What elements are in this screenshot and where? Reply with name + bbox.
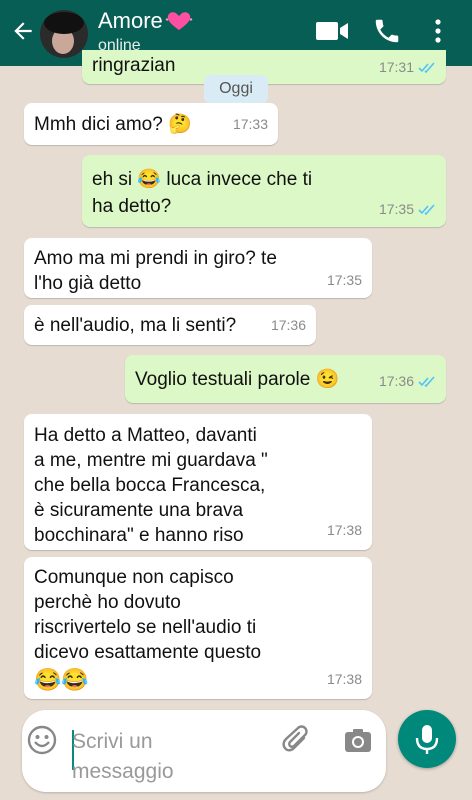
message-meta: 17:35: [327, 268, 362, 293]
message-text-line: l'ho già detto: [34, 273, 142, 294]
message-meta: 17:33: [233, 112, 268, 137]
date-chip: Oggi: [204, 75, 268, 103]
message-text: ringrazian: [92, 55, 176, 76]
message-meta: 17:36: [379, 369, 436, 394]
message-text-line: a me, mentre mi guardava ": [34, 450, 268, 471]
message-text-line: che bella bocca Francesca,: [34, 475, 266, 496]
message-time: 17:36: [378, 373, 414, 389]
message-text: è nell'audio, ma li senti?: [34, 315, 237, 336]
read-ticks-icon: [418, 61, 435, 73]
message-bubble-outgoing[interactable]: Voglio testuali parole 😉 17:36: [125, 355, 446, 403]
message-bubble-incoming[interactable]: Ha detto a Matteo, davanti a me, mentre …: [24, 414, 372, 550]
message-text-line: bocchinara" e hanno riso: [34, 525, 244, 546]
message-meta: 17:36: [271, 313, 306, 338]
message-time: 17:35: [378, 201, 414, 217]
phone-icon[interactable]: [372, 16, 402, 46]
mic-icon: [415, 725, 439, 754]
message-time: 17:38: [326, 671, 362, 687]
message-text-line: dicevo esattamente questo: [34, 642, 262, 663]
message-text: Mmh dici amo? 🤔: [34, 114, 192, 135]
message-time: 17:36: [270, 317, 306, 333]
message-bubble-outgoing[interactable]: eh si 😂 luca invece che ti ha detto? 17:…: [82, 155, 446, 227]
video-call-icon[interactable]: [314, 16, 350, 46]
contact-name[interactable]: Amore: [98, 8, 193, 34]
message-bubble-incoming[interactable]: Amo ma mi prendi in giro? te l'ho già de…: [24, 238, 372, 298]
message-meta: 17:38: [327, 518, 362, 543]
placeholder-line: Scrivi un: [72, 730, 153, 753]
read-ticks-icon: [418, 375, 435, 387]
message-text-line: Ha detto a Matteo, davanti: [34, 425, 257, 446]
message-time: 17:38: [326, 522, 362, 538]
heart-emoji-icon: [165, 12, 193, 30]
message-meta: 17:38: [327, 667, 362, 692]
message-text-line: eh si 😂 luca invece che ti: [92, 169, 313, 190]
message-meta: 17:31: [379, 55, 436, 80]
message-bubble-incoming[interactable]: Comunque non capisco perchè ho dovuto ri…: [24, 557, 372, 699]
message-text-line: riscrivertelo se nell'audio ti: [34, 617, 257, 638]
message-text-line: perchè ho dovuto: [34, 592, 181, 613]
message-text-line: 😂😂: [34, 667, 89, 692]
back-arrow-icon[interactable]: [10, 18, 36, 44]
more-menu-icon[interactable]: [428, 16, 448, 46]
avatar[interactable]: [40, 10, 88, 58]
message-text-line: Comunque non capisco: [34, 567, 234, 588]
mic-button[interactable]: [398, 710, 456, 768]
message-bubble-incoming[interactable]: Mmh dici amo? 🤔 17:33: [24, 103, 278, 145]
attach-icon[interactable]: [282, 724, 312, 756]
message-input[interactable]: Scrivi un messaggio: [72, 727, 272, 787]
emoji-icon[interactable]: [26, 724, 58, 756]
message-meta: 17:35: [379, 197, 436, 222]
contact-name-text: Amore: [98, 8, 163, 33]
message-time: 17:35: [326, 272, 362, 288]
message-text-line: Amo ma mi prendi in giro? te: [34, 248, 277, 269]
message-time: 17:31: [378, 59, 414, 75]
placeholder-line: messaggio: [72, 760, 174, 783]
message-time: 17:33: [232, 116, 268, 132]
message-text-line: è sicuramente una brava: [34, 500, 244, 521]
message-text: Voglio testuali parole 😉: [135, 369, 340, 390]
message-bubble-incoming[interactable]: è nell'audio, ma li senti? 17:36: [24, 305, 316, 345]
camera-icon[interactable]: [342, 724, 374, 756]
message-text-line: ha detto?: [92, 196, 172, 217]
read-ticks-icon: [418, 203, 435, 215]
